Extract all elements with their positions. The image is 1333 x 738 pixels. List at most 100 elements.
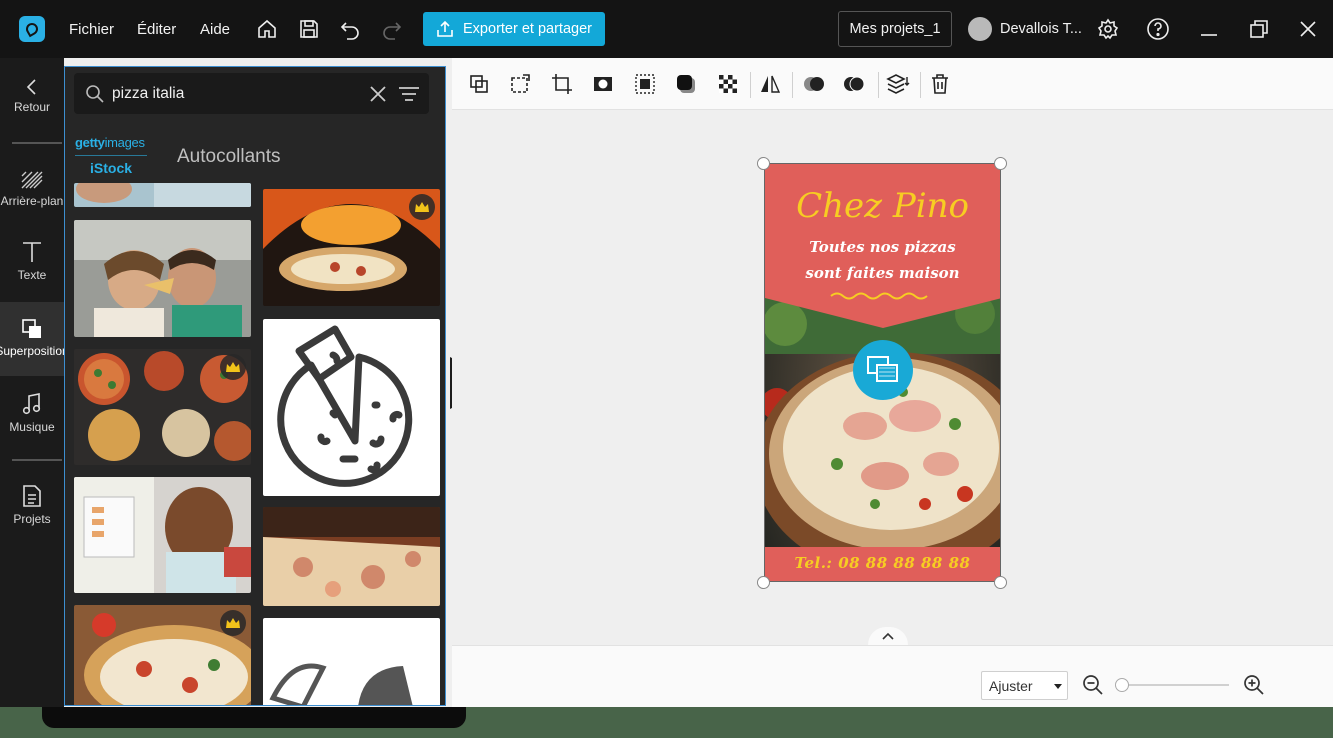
nav-music[interactable]: Musique bbox=[0, 392, 64, 434]
sticker-thumb-girl-menu[interactable] bbox=[74, 477, 251, 593]
background-pattern-icon bbox=[21, 171, 43, 189]
toolbar-divider bbox=[878, 72, 879, 98]
sticker-thumb-pizza-slice[interactable] bbox=[263, 507, 440, 606]
resize-handle-bottom-right[interactable] bbox=[994, 576, 1007, 589]
undo-icon[interactable] bbox=[337, 16, 363, 42]
sticker-thumb-pizza-closeup[interactable] bbox=[74, 605, 251, 705]
zoom-in-icon[interactable] bbox=[1243, 674, 1265, 701]
layers-order-icon[interactable] bbox=[886, 72, 910, 96]
chevron-left-icon bbox=[26, 79, 36, 95]
app-window: Fichier Éditer Aide Exporter et partager… bbox=[0, 0, 1333, 707]
clear-search-icon[interactable] bbox=[368, 84, 388, 104]
sticker-thumb-pizza-table[interactable] bbox=[74, 349, 251, 465]
toolbar-divider bbox=[792, 72, 793, 98]
search-icon bbox=[86, 85, 104, 103]
text-t-icon bbox=[23, 242, 41, 262]
document-icon bbox=[23, 485, 41, 507]
nav-text-label: Texte bbox=[17, 268, 47, 282]
help-icon[interactable] bbox=[1145, 16, 1171, 42]
blend-mode-icon[interactable] bbox=[802, 72, 826, 96]
projects-button[interactable]: Mes projets_1 bbox=[838, 11, 952, 47]
free-transform-icon[interactable] bbox=[508, 72, 532, 96]
restore-window-icon[interactable] bbox=[1246, 16, 1272, 42]
close-window-icon[interactable] bbox=[1295, 16, 1321, 42]
toolbar-divider bbox=[920, 72, 921, 98]
dropdown-caret-icon bbox=[1054, 684, 1062, 689]
menu-fichier[interactable]: Fichier bbox=[69, 21, 114, 38]
upload-icon bbox=[437, 20, 453, 37]
poster-title[interactable]: Chez Pino bbox=[765, 186, 1000, 226]
app-logo-icon bbox=[19, 16, 45, 42]
zoom-mode-value: Ajuster bbox=[989, 677, 1033, 694]
overlay-icon bbox=[22, 319, 41, 338]
zoom-slider-track[interactable] bbox=[1116, 684, 1229, 686]
sticker-thumb-pizza-icon[interactable] bbox=[263, 319, 440, 496]
sticker-thumb-pizza-oven[interactable] bbox=[263, 189, 440, 306]
shadow-icon[interactable] bbox=[674, 72, 698, 96]
title-bar: Fichier Éditer Aide Exporter et partager… bbox=[0, 0, 1333, 58]
chevron-up-icon bbox=[882, 632, 894, 640]
nav-divider bbox=[12, 142, 62, 144]
minimize-icon[interactable] bbox=[1196, 16, 1222, 42]
overlay-drop-icon bbox=[853, 340, 913, 400]
poster-phone[interactable]: Tel.: 08 88 88 88 88 bbox=[765, 554, 1000, 572]
duplicate-icon[interactable] bbox=[467, 72, 491, 96]
zoom-slider-knob[interactable] bbox=[1115, 678, 1129, 692]
stickers-panel: gettyimages iStock Autocollants bbox=[64, 66, 446, 706]
poster-subtitle-line2[interactable]: sont faites maison bbox=[765, 264, 1000, 282]
nav-text[interactable]: Texte bbox=[0, 240, 64, 282]
redo-icon[interactable] bbox=[379, 16, 405, 42]
border-icon[interactable] bbox=[633, 72, 657, 96]
edit-toolbar bbox=[452, 58, 1333, 110]
save-icon[interactable] bbox=[296, 16, 322, 42]
nav-projects[interactable]: Projets bbox=[0, 484, 64, 526]
sticker-thumb[interactable] bbox=[74, 183, 251, 207]
avatar[interactable] bbox=[968, 17, 992, 41]
zoom-out-icon[interactable] bbox=[1082, 674, 1104, 701]
sticker-thumb-pizza-slices-icon[interactable] bbox=[263, 618, 440, 705]
gettyimages-logo: gettyimages bbox=[75, 135, 145, 150]
nav-back-label: Retour bbox=[13, 100, 51, 114]
music-note-icon bbox=[22, 393, 41, 415]
section-title: Autocollants bbox=[177, 146, 281, 167]
resize-handle-bottom-left[interactable] bbox=[757, 576, 770, 589]
poster-design[interactable]: Chez Pino Toutes nos pizzas sont faites … bbox=[764, 163, 1001, 582]
mask-icon[interactable] bbox=[591, 72, 615, 96]
export-label: Exporter et partager bbox=[463, 21, 592, 37]
resize-handle-top-right[interactable] bbox=[994, 157, 1007, 170]
toolbar-divider bbox=[750, 72, 751, 98]
premium-crown-icon bbox=[220, 354, 246, 380]
settings-gear-icon[interactable] bbox=[1095, 16, 1121, 42]
istock-logo: iStock bbox=[90, 160, 133, 176]
crop-icon[interactable] bbox=[550, 72, 574, 96]
filter-icon[interactable] bbox=[398, 84, 420, 104]
user-name[interactable]: Devallois T... bbox=[1000, 21, 1082, 37]
nav-projects-label: Projets bbox=[13, 512, 51, 526]
premium-crown-icon bbox=[409, 194, 435, 220]
nav-overlay-label: Superposition bbox=[0, 344, 64, 358]
nav-back[interactable]: Retour bbox=[0, 78, 64, 114]
delete-trash-icon[interactable] bbox=[928, 72, 952, 96]
logo-divider bbox=[75, 155, 147, 156]
nav-background-label: Arrière-plan bbox=[0, 194, 64, 208]
opacity-icon[interactable] bbox=[842, 72, 866, 96]
flip-icon[interactable] bbox=[758, 72, 782, 96]
bottom-bar bbox=[452, 645, 1333, 707]
nav-music-label: Musique bbox=[9, 420, 55, 434]
export-share-button[interactable]: Exporter et partager bbox=[423, 12, 605, 46]
zoom-mode-select[interactable]: Ajuster bbox=[981, 671, 1068, 700]
nav-overlay[interactable]: Superposition bbox=[0, 302, 64, 376]
premium-crown-icon bbox=[220, 610, 246, 636]
menu-aide[interactable]: Aide bbox=[200, 21, 230, 38]
search-input[interactable] bbox=[112, 85, 362, 103]
poster-subtitle-line1[interactable]: Toutes nos pizzas bbox=[765, 238, 1000, 256]
nav-divider bbox=[12, 459, 62, 461]
resize-handle-top-left[interactable] bbox=[757, 157, 770, 170]
transparency-icon[interactable] bbox=[716, 72, 740, 96]
sticker-thumb-couple-eating[interactable] bbox=[74, 220, 251, 337]
search-box bbox=[74, 73, 429, 114]
left-navigation: Retour Arrière-plan Texte Superposition … bbox=[0, 58, 64, 707]
menu-editer[interactable]: Éditer bbox=[137, 21, 176, 38]
nav-background[interactable]: Arrière-plan bbox=[0, 170, 64, 208]
home-icon[interactable] bbox=[254, 16, 280, 42]
